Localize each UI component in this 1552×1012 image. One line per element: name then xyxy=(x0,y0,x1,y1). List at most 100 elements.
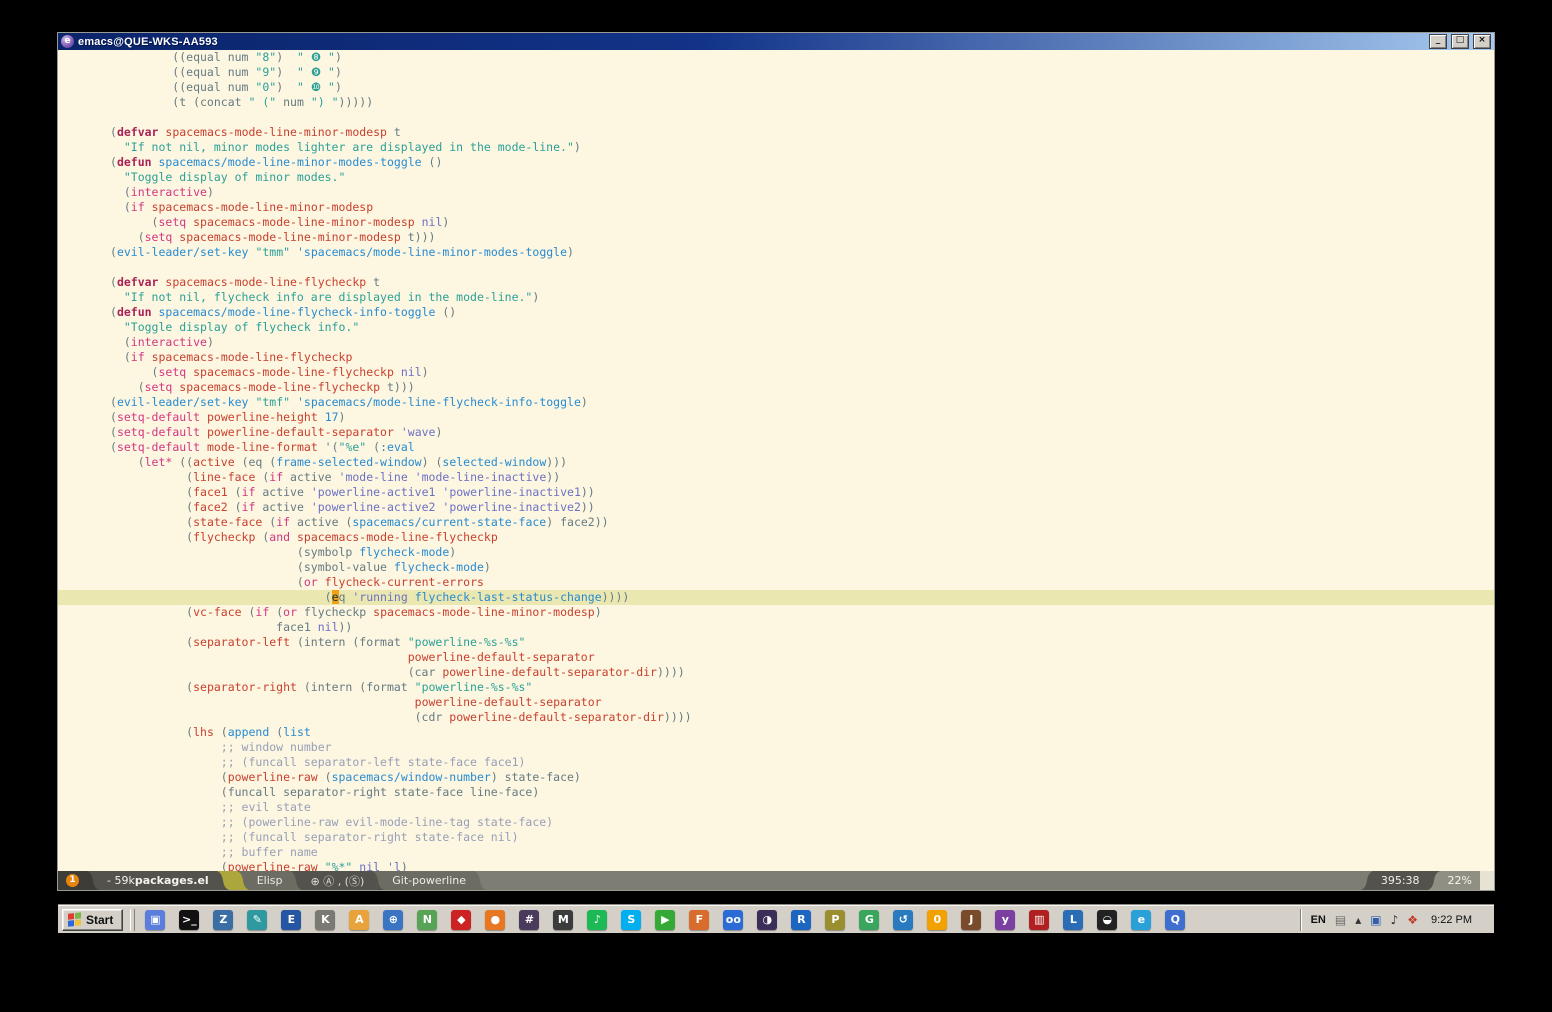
code-line: (interactive) xyxy=(58,185,1494,200)
code-line: (symbol-value flycheck-mode) xyxy=(58,560,1494,575)
code-line: (line-face (if active 'mode-line 'mode-l… xyxy=(58,470,1494,485)
code-line: "Toggle display of minor modes." xyxy=(58,170,1494,185)
printer-icon[interactable]: ▤ xyxy=(1335,913,1346,927)
code-line xyxy=(58,110,1494,125)
code-line: (lhs (append (list xyxy=(58,725,1494,740)
lotus-icon[interactable]: L xyxy=(1063,910,1083,930)
blue-sphere-icon[interactable]: e xyxy=(1131,910,1151,930)
spotify-icon[interactable]: ♪ xyxy=(587,910,607,930)
code-line: (separator-right (intern (format "powerl… xyxy=(58,680,1494,695)
firefox-icon[interactable]: F xyxy=(689,910,709,930)
code-line: (let* ((active (eq (frame-selected-windo… xyxy=(58,455,1494,470)
skype-icon[interactable]: S xyxy=(621,910,641,930)
code-line: "If not nil, flycheck info are displayed… xyxy=(58,290,1494,305)
code-line: ((equal num "0") " ❿ ") xyxy=(58,80,1494,95)
code-line: (setq spacemacs-mode-line-flycheckp nil) xyxy=(58,365,1494,380)
code-line: ;; (funcall separator-right state-face n… xyxy=(58,830,1494,845)
language-indicator[interactable]: EN xyxy=(1311,914,1326,926)
diamond-app-icon[interactable]: ◆ xyxy=(451,910,471,930)
code-line: (interactive) xyxy=(58,335,1494,350)
code-line: ;; (powerline-raw evil-mode-line-tag sta… xyxy=(58,815,1494,830)
q-app-icon[interactable]: Q xyxy=(1165,910,1185,930)
clock[interactable]: 9:22 PM xyxy=(1427,914,1472,926)
eclipse-icon[interactable]: ◑ xyxy=(757,910,777,930)
code-line: (face2 (if active 'powerline-active2 'po… xyxy=(58,500,1494,515)
chat-hash-icon[interactable]: # xyxy=(519,910,539,930)
r-app-icon[interactable]: R xyxy=(791,910,811,930)
titlebar[interactable]: e emacs@QUE-WKS-AA593 _ □ × xyxy=(58,33,1494,50)
modeline-segment-filler xyxy=(486,871,1361,890)
hidden-icons-chevron[interactable]: ▴ xyxy=(1355,913,1361,927)
close-button[interactable]: × xyxy=(1473,34,1491,49)
modeline-segment-state-accent xyxy=(229,871,237,890)
powerline-wave-separator xyxy=(1428,871,1440,890)
modeline-segment-line-column: 395:38 xyxy=(1373,871,1428,890)
quicklaunch-handle[interactable] xyxy=(130,909,135,931)
editor-icon[interactable]: ✎ xyxy=(247,910,267,930)
code-line: (setq-default powerline-default-separato… xyxy=(58,425,1494,440)
emacs-launcher-icon[interactable]: E xyxy=(281,910,301,930)
command-prompt-icon[interactable]: >_ xyxy=(179,910,199,930)
lock-icon[interactable]: A xyxy=(349,910,369,930)
password-manager-icon[interactable]: P xyxy=(825,910,845,930)
putty-icon[interactable]: Z xyxy=(213,910,233,930)
powerline-wave-separator xyxy=(1361,871,1373,890)
steam-icon[interactable]: ◒ xyxy=(1097,910,1117,930)
display-icon[interactable]: ▣ xyxy=(1370,913,1381,927)
code-line: powerline-default-separator xyxy=(58,650,1494,665)
browser-globe-icon[interactable]: ⊕ xyxy=(383,910,403,930)
code-line: (t (concat " (" num ") "))))) xyxy=(58,95,1494,110)
code-line: (separator-left (intern (format "powerli… xyxy=(58,635,1494,650)
code-line: ;; (funcall separator-left state-face fa… xyxy=(58,755,1494,770)
powerline-modeline: 1- 59k packages.elElisp⊕ Ⓐ , (Ⓢ)Git-powe… xyxy=(58,871,1494,890)
code-line: (setq spacemacs-mode-line-minor-modesp n… xyxy=(58,215,1494,230)
notes-icon[interactable]: N xyxy=(417,910,437,930)
code-line: (face1 (if active 'powerline-active1 'po… xyxy=(58,485,1494,500)
modeline-segment-buffer-info: - 59k packages.el xyxy=(99,871,217,890)
oracle-icon[interactable]: 0 xyxy=(927,910,947,930)
network-ball-icon[interactable]: ❖ xyxy=(1407,913,1418,927)
code-line: (evil-leader/set-key "tmm" 'spacemacs/mo… xyxy=(58,245,1494,260)
show-desktop-icon[interactable]: ▣ xyxy=(145,910,165,930)
code-line: (setq spacemacs-mode-line-flycheckp t))) xyxy=(58,380,1494,395)
code-line: (setq-default mode-line-format '("%e" (:… xyxy=(58,440,1494,455)
keys-icon[interactable]: K xyxy=(315,910,335,930)
media-app-icon[interactable]: M xyxy=(553,910,573,930)
taskbar: Start ▣>_Z✎EKA⊕N◆●#M♪S▶Foo◑RPG↺0Jy▥L◒eQ … xyxy=(58,905,1494,933)
minimize-button[interactable]: _ xyxy=(1429,34,1447,49)
window-number-badge: 1 xyxy=(66,874,79,887)
code-line: (if spacemacs-mode-line-flycheckp xyxy=(58,350,1494,365)
code-line: ((equal num "8") " ❽ ") xyxy=(58,50,1494,65)
code-line: ;; evil state xyxy=(58,800,1494,815)
java-icon[interactable]: J xyxy=(961,910,981,930)
green-app-icon[interactable]: G xyxy=(859,910,879,930)
buffer-area[interactable]: ((equal num "8") " ❽ ") ((equal num "9")… xyxy=(58,50,1494,871)
maximize-button[interactable]: □ xyxy=(1451,34,1469,49)
powerline-wave-separator xyxy=(217,871,229,890)
modeline-segment-minor-modes: ⊕ Ⓐ , (Ⓢ) xyxy=(302,871,372,890)
yed-icon[interactable]: y xyxy=(995,910,1015,930)
powerline-wave-separator xyxy=(237,871,249,890)
code-line: (defun spacemacs/mode-line-minor-modes-t… xyxy=(58,155,1494,170)
code-line: (if spacemacs-mode-line-minor-modesp xyxy=(58,200,1494,215)
code-line: (powerline-raw "%*" nil 'l) xyxy=(58,860,1494,871)
code-line: (defun spacemacs/mode-line-flycheck-info… xyxy=(58,305,1494,320)
volume-icon[interactable]: ♪ xyxy=(1391,913,1399,927)
code-line: (symbolp flycheck-mode) xyxy=(58,545,1494,560)
code-line: face1 nil)) xyxy=(58,620,1494,635)
code-line: (or flycheck-current-errors xyxy=(58,575,1494,590)
code-line: (flycheckp (and spacemacs-mode-line-flyc… xyxy=(58,530,1494,545)
media-red-icon[interactable]: ▥ xyxy=(1029,910,1049,930)
sync-icon[interactable]: ↺ xyxy=(893,910,913,930)
code-line: (powerline-raw (spacemacs/window-number)… xyxy=(58,770,1494,785)
play-icon[interactable]: ▶ xyxy=(655,910,675,930)
code-line: (cdr powerline-default-separator-dir)))) xyxy=(58,710,1494,725)
flickr-icon[interactable]: oo xyxy=(723,910,743,930)
powerline-wave-separator xyxy=(474,871,486,890)
current-line: (eq 'running flycheck-last-status-change… xyxy=(58,590,1494,605)
start-button[interactable]: Start xyxy=(62,909,123,931)
powerline-wave-separator xyxy=(372,871,384,890)
orange-circle-app-icon[interactable]: ● xyxy=(485,910,505,930)
code-line: ((equal num "9") " ❾ ") xyxy=(58,65,1494,80)
code-line: "If not nil, minor modes lighter are dis… xyxy=(58,140,1494,155)
